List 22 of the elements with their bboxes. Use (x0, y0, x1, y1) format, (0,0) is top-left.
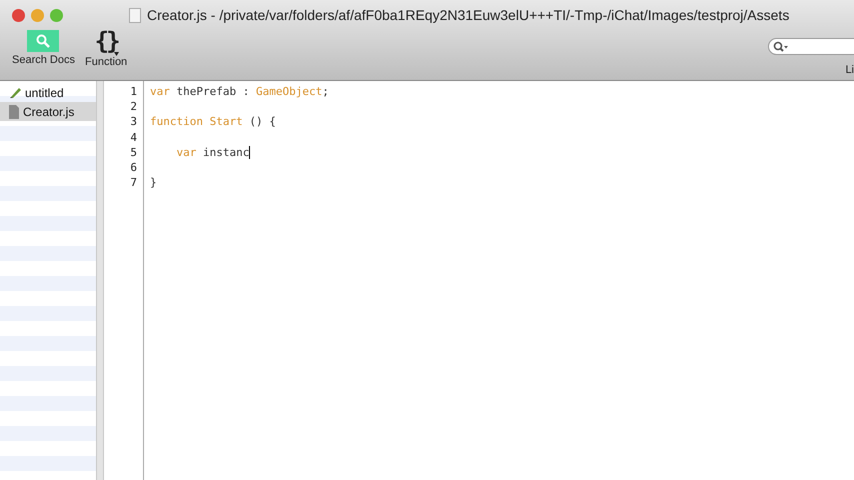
code-line: } (150, 175, 158, 190)
magnifier-icon (27, 30, 60, 52)
pencil-icon (9, 86, 21, 99)
document-icon (129, 8, 141, 22)
search-field[interactable] (768, 38, 854, 55)
caret-icon (114, 52, 119, 56)
code-line: var thePrefab : GameObject; (150, 84, 330, 100)
file-item[interactable]: Creator.js (0, 102, 96, 121)
document-icon (9, 104, 19, 118)
window-title: Creator.js - /private/var/folders/af/afF0ba1REqy2N31Euw3elU+++TI/-Tmp-/iChat/Images/testproj/Assets (147, 7, 790, 23)
minimize-button[interactable] (31, 8, 44, 22)
close-button[interactable] (12, 8, 25, 22)
search-icon (773, 41, 789, 52)
code-line: var instanc (176, 144, 252, 160)
file-item[interactable]: untitled (0, 83, 96, 102)
line-number-gutter: 1 2 3 4 5 6 7 (104, 81, 144, 480)
function-button[interactable]: {} Function (84, 30, 128, 68)
splitter-handle[interactable] (96, 81, 104, 480)
zoom-button[interactable] (50, 8, 63, 22)
search-docs-button[interactable]: Search Docs (12, 30, 75, 66)
code-line: function Start () { (150, 114, 277, 130)
toolbar-label: Li (845, 64, 854, 76)
